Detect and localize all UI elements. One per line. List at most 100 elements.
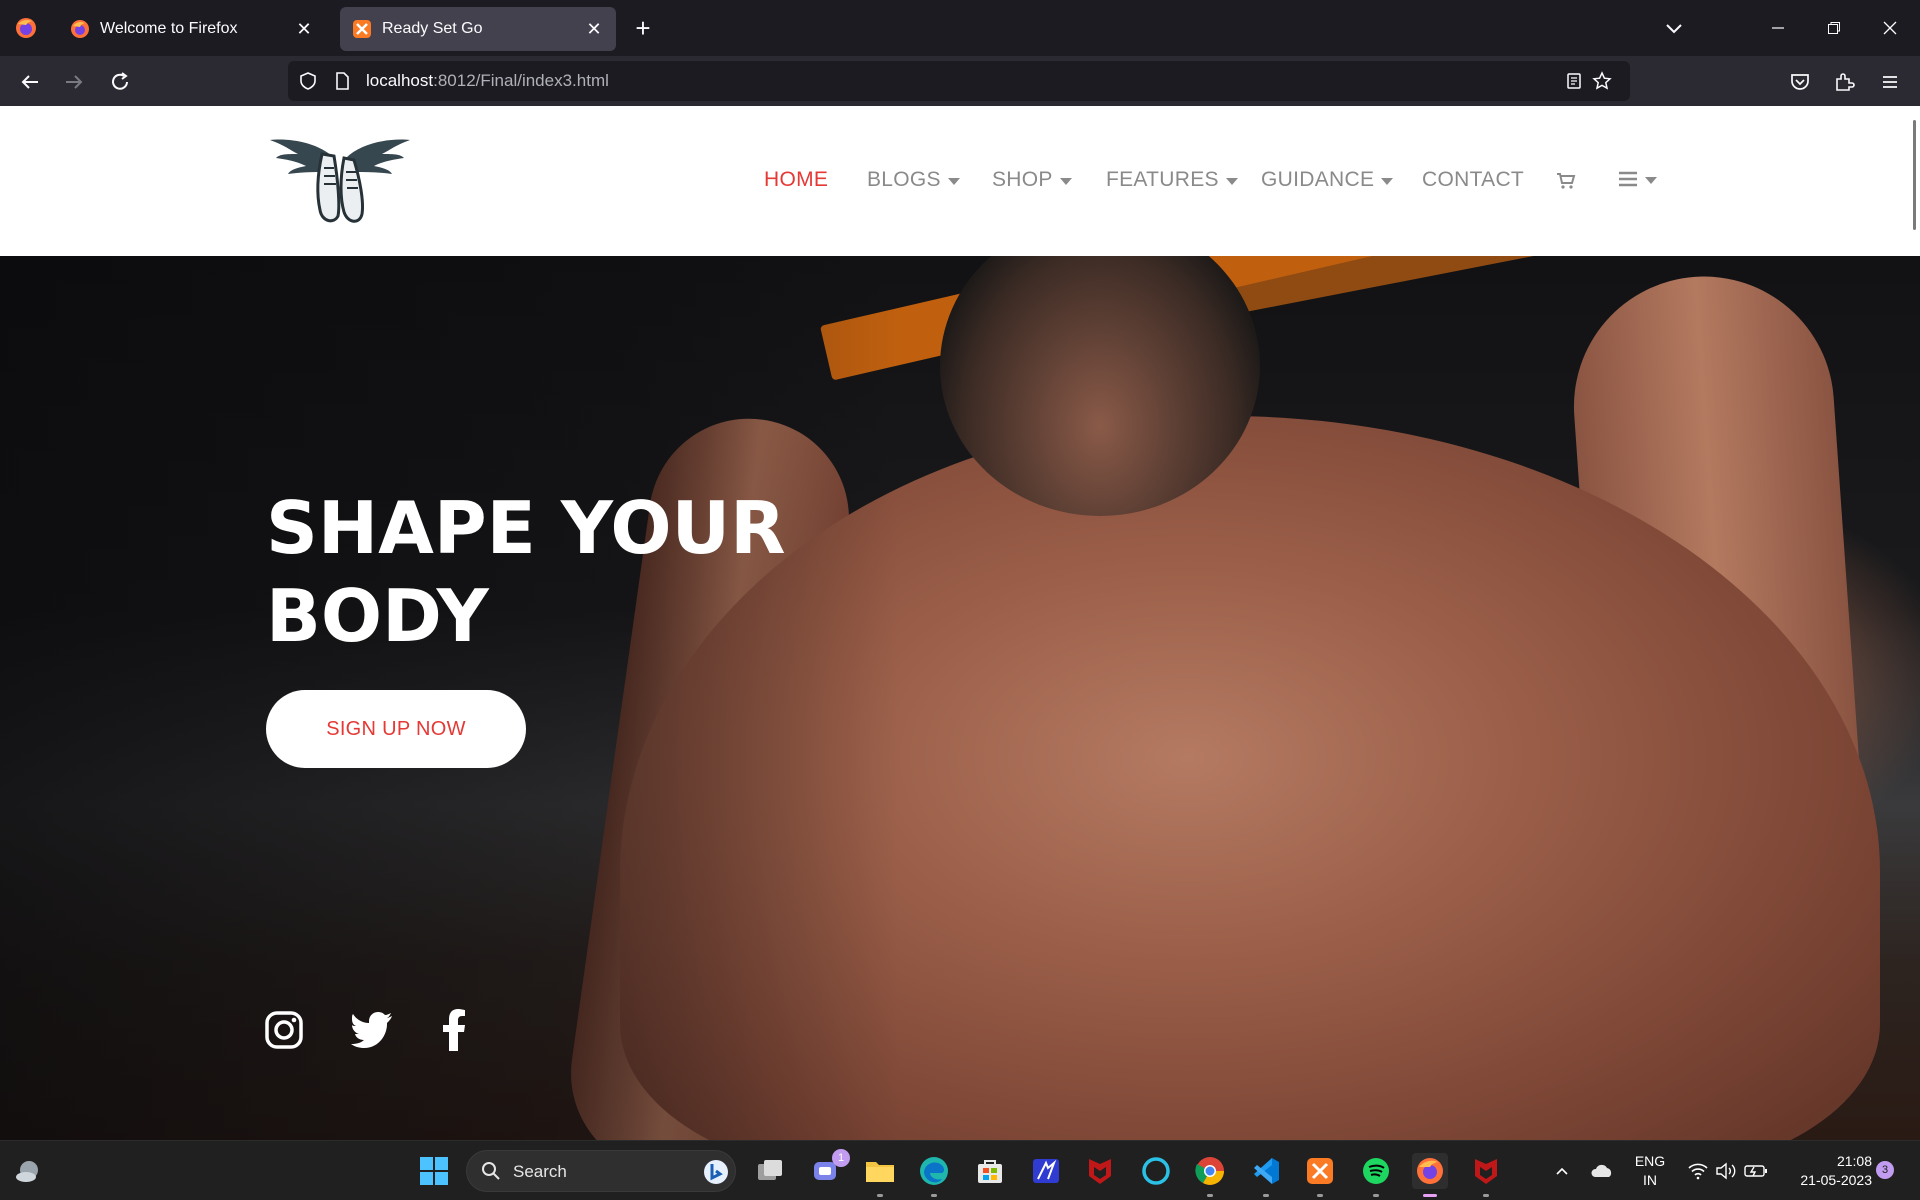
pocket-icon[interactable] <box>1786 68 1814 96</box>
firefox-view-icon[interactable] <box>14 16 38 40</box>
task-view-icon[interactable] <box>752 1153 788 1189</box>
bing-icon[interactable] <box>703 1159 729 1190</box>
page-icon[interactable] <box>332 71 352 91</box>
active-indicator <box>1423 1194 1437 1197</box>
caret-down-icon <box>1059 177 1072 185</box>
hero-title-line1: SHAPE YOUR <box>266 486 786 570</box>
close-tab-icon[interactable]: ✕ <box>294 19 314 39</box>
forward-icon[interactable] <box>60 68 88 96</box>
browser-toolbar: localhost:8012/Final/index3.html <box>0 56 1920 106</box>
language-code: ENG <box>1634 1153 1666 1169</box>
sign-up-button[interactable]: SIGN UP NOW <box>266 690 526 768</box>
xampp-icon[interactable] <box>1302 1153 1338 1197</box>
xampp-favicon-icon <box>352 19 372 39</box>
mcafee-icon[interactable] <box>1468 1153 1504 1197</box>
nav-contact-label: CONTACT <box>1422 168 1525 191</box>
nav-shop-label: SHOP <box>992 168 1053 191</box>
nav-contact[interactable]: CONTACT <box>1422 168 1524 192</box>
tab-title: Welcome to Firefox <box>100 20 238 37</box>
running-indicator <box>1263 1194 1269 1197</box>
running-indicator <box>1207 1194 1213 1197</box>
caret-down-icon <box>1645 176 1657 184</box>
battery-icon[interactable] <box>1738 1153 1774 1189</box>
nav-home-label: HOME <box>764 168 829 191</box>
hero-title-line2: BODY <box>266 574 489 658</box>
mcafee-icon[interactable] <box>1082 1153 1118 1189</box>
search-label: Search <box>513 1162 567 1181</box>
tab-welcome-to-firefox[interactable]: Welcome to Firefox ✕ <box>58 7 326 51</box>
edge-icon[interactable] <box>916 1153 952 1197</box>
caret-down-icon <box>947 177 960 185</box>
instagram-icon[interactable] <box>262 1008 306 1052</box>
nav-blogs-label: BLOGS <box>867 168 941 191</box>
vscode-icon[interactable] <box>1248 1153 1284 1197</box>
shield-icon[interactable] <box>298 71 318 91</box>
new-tab-button[interactable]: + <box>630 15 656 42</box>
page-scrollbar[interactable] <box>1913 120 1916 230</box>
weather-widget-icon[interactable] <box>10 1153 46 1189</box>
twitter-icon[interactable] <box>350 1008 394 1052</box>
running-indicator <box>1317 1194 1323 1197</box>
search-icon <box>481 1161 501 1186</box>
onedrive-icon[interactable] <box>1584 1153 1620 1189</box>
list-all-tabs-icon[interactable] <box>1660 14 1688 42</box>
url-text[interactable]: localhost:8012/Final/index3.html <box>366 71 609 91</box>
windows-taskbar: Search 1 ENG IN 21:08 21-05-2023 3 <box>0 1140 1920 1200</box>
powerautomate-icon[interactable] <box>1028 1153 1064 1189</box>
url-path: :8012/Final/index3.html <box>433 71 609 90</box>
file-explorer-icon[interactable] <box>862 1153 898 1197</box>
teams-badge: 1 <box>832 1149 850 1167</box>
clock[interactable]: 21:08 21-05-2023 <box>1782 1152 1872 1190</box>
reader-view-icon[interactable] <box>1564 71 1584 91</box>
nav-features-label: FEATURES <box>1106 168 1219 191</box>
browser-tab-bar: Welcome to Firefox ✕ Ready Set Go ✕ + <box>0 0 1920 56</box>
nav-home[interactable]: HOME <box>764 168 828 192</box>
tab-ready-set-go[interactable]: Ready Set Go ✕ <box>340 7 616 51</box>
cart-icon[interactable] <box>1556 172 1576 190</box>
minimize-icon[interactable] <box>1764 14 1792 42</box>
clock-time: 21:08 <box>1836 1153 1872 1169</box>
nav-shop-dropdown[interactable]: SHOP <box>992 168 1072 192</box>
restore-icon[interactable] <box>1820 14 1848 42</box>
hero-banner: SHAPE YOUR BODY SIGN UP NOW <box>0 256 1920 1140</box>
clock-date: 21-05-2023 <box>1800 1172 1872 1188</box>
tab-title: Ready Set Go <box>382 20 483 37</box>
running-indicator <box>931 1194 937 1197</box>
chrome-icon[interactable] <box>1192 1153 1228 1197</box>
nav-blogs-dropdown[interactable]: BLOGS <box>867 168 960 192</box>
spotify-icon[interactable] <box>1358 1153 1394 1197</box>
web-page: HOME BLOGS SHOP FEATURES GUIDANCE CONTAC… <box>0 106 1920 1140</box>
hamburger-menu-icon[interactable] <box>1876 68 1904 96</box>
nav-features-dropdown[interactable]: FEATURES <box>1106 168 1238 192</box>
reload-icon[interactable] <box>106 68 134 96</box>
running-indicator <box>1373 1194 1379 1197</box>
close-window-icon[interactable] <box>1876 14 1904 42</box>
address-bar[interactable]: localhost:8012/Final/index3.html <box>288 61 1630 101</box>
nav-guidance-dropdown[interactable]: GUIDANCE <box>1261 168 1394 192</box>
running-indicator <box>877 1194 883 1197</box>
hero-title: SHAPE YOUR BODY <box>266 484 826 660</box>
teams-chat-icon[interactable]: 1 <box>808 1149 850 1189</box>
caret-down-icon <box>1381 177 1394 185</box>
site-navbar: HOME BLOGS SHOP FEATURES GUIDANCE CONTAC… <box>0 106 1920 256</box>
notification-badge[interactable]: 3 <box>1876 1161 1894 1179</box>
url-host: localhost <box>366 71 434 90</box>
close-tab-icon[interactable]: ✕ <box>584 19 604 39</box>
chevron-up-icon[interactable] <box>1544 1153 1580 1189</box>
extensions-icon[interactable] <box>1830 68 1858 96</box>
alexa-icon[interactable] <box>1138 1153 1174 1189</box>
winged-shoes-logo[interactable] <box>268 132 412 228</box>
start-windows-icon[interactable] <box>416 1153 452 1189</box>
nav-guidance-label: GUIDANCE <box>1261 168 1375 191</box>
firefox-favicon-icon <box>70 19 90 39</box>
menu-dropdown-icon[interactable] <box>1618 170 1657 188</box>
caret-down-icon <box>1225 177 1238 185</box>
bookmark-star-icon[interactable] <box>1592 71 1612 91</box>
firefox-taskbar-icon[interactable] <box>1412 1153 1448 1197</box>
facebook-icon[interactable] <box>432 1008 476 1052</box>
microsoft-store-icon[interactable] <box>972 1153 1008 1189</box>
taskbar-search-input[interactable]: Search <box>466 1150 736 1192</box>
back-icon[interactable] <box>16 68 44 96</box>
running-indicator <box>1483 1194 1489 1197</box>
input-language[interactable]: ENG IN <box>1630 1152 1670 1190</box>
